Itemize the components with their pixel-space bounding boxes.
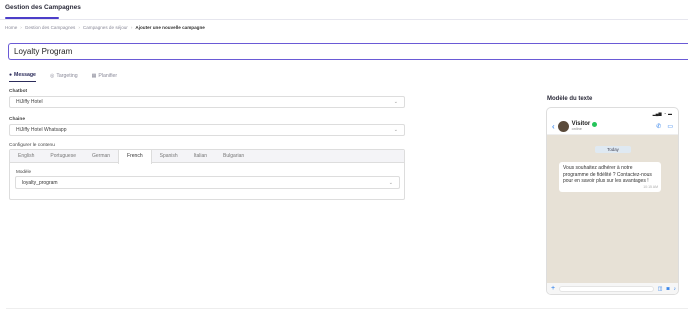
- verified-icon: [592, 121, 598, 127]
- chaine-label: Chaine: [9, 117, 25, 122]
- tab-bar: ● Message ◎ Targeting ▦ Planifier: [9, 72, 117, 82]
- message-bubble: Vous souhaitez adhérer à notre programme…: [559, 162, 661, 192]
- status-bar: ▂▄▆ ◔ ▬: [547, 108, 678, 118]
- phone-icon[interactable]: ✆: [656, 123, 661, 130]
- language-tabs: English Portuguese German French Spanish…: [10, 150, 404, 164]
- lang-tab-spanish[interactable]: Spanish: [152, 150, 186, 162]
- preview-title: Modèle du texte: [547, 96, 593, 102]
- chat-body: Today Vous souhaitez adhérer à notre pro…: [547, 135, 678, 286]
- message-text: Vous souhaitez adhérer à notre programme…: [563, 165, 652, 184]
- wifi-icon: ◔: [663, 110, 666, 116]
- tab-targeting[interactable]: ◎ Targeting: [50, 72, 78, 82]
- signal-icon: ▂▄▆: [652, 110, 662, 116]
- page-title: Gestion des Campagnes: [5, 4, 81, 11]
- chat-header: ‹ Visitor online ✆ ▭: [547, 118, 678, 135]
- breadcrumb-stay-campaigns[interactable]: Campagnes de séjour: [83, 25, 128, 30]
- back-arrow-icon[interactable]: ‹: [552, 122, 555, 131]
- breadcrumb: Home › Gestion des Campagnes › Campagnes…: [5, 25, 205, 30]
- chevron-down-icon: ⌄: [393, 99, 398, 105]
- modele-label: Modèle: [16, 169, 32, 174]
- phone-preview: ▂▄▆ ◔ ▬ ‹ Visitor online ✆ ▭ Today Vous …: [546, 107, 679, 295]
- title-underline: [5, 17, 59, 19]
- tab-planifier[interactable]: ▦ Planifier: [92, 72, 117, 82]
- contact-status: online: [571, 127, 582, 131]
- campaign-name-input[interactable]: [8, 43, 688, 60]
- content-config-panel: English Portuguese German French Spanish…: [9, 149, 405, 200]
- lang-tab-italian[interactable]: Italian: [186, 150, 215, 162]
- breadcrumb-current: Ajouter une nouvelle campagne: [135, 25, 205, 30]
- chevron-down-icon: ⌄: [393, 127, 398, 133]
- chaine-select[interactable]: HiJiffy Hotel Whatsapp ⌄: [9, 124, 405, 136]
- chatbot-select[interactable]: HiJiffy Hotel ⌄: [9, 96, 405, 108]
- top-bar: Gestion des Campagnes: [0, 0, 688, 20]
- message-time: 10:15 AM: [643, 184, 658, 189]
- target-icon: ◎: [49, 72, 55, 79]
- sticker-icon[interactable]: ◫: [658, 286, 663, 292]
- battery-icon: ▬: [668, 110, 672, 116]
- divider: [6, 308, 688, 309]
- lang-tab-portuguese[interactable]: Portuguese: [42, 150, 84, 162]
- tab-message[interactable]: ● Message: [9, 72, 36, 82]
- plus-icon[interactable]: +: [551, 285, 555, 292]
- chatbot-label: Chatbot: [9, 89, 28, 94]
- date-chip: Today: [595, 146, 631, 153]
- breadcrumb-home[interactable]: Home: [5, 25, 17, 30]
- avatar: [557, 120, 569, 132]
- configure-content-label: Configurer le contenu: [9, 143, 55, 148]
- lang-tab-bulgarian[interactable]: Bulgarian: [215, 150, 252, 162]
- chevron-down-icon: ⌄: [388, 179, 393, 186]
- modele-select[interactable]: loyalty_program ⌄: [15, 176, 400, 189]
- chat-icon: ●: [9, 72, 13, 78]
- lang-tab-english[interactable]: English: [10, 150, 42, 162]
- chat-input-bar: + ◫ ◙ ♪: [547, 283, 678, 294]
- camera-icon[interactable]: ◙: [666, 286, 669, 292]
- lang-tab-french[interactable]: French: [118, 150, 152, 164]
- lang-tab-german[interactable]: German: [84, 150, 118, 162]
- calendar-icon: ▦: [91, 72, 97, 79]
- chat-input[interactable]: [559, 285, 654, 292]
- breadcrumb-campaigns[interactable]: Gestion des Campagnes: [25, 25, 76, 30]
- video-icon[interactable]: ▭: [667, 123, 673, 130]
- mic-icon[interactable]: ♪: [674, 286, 677, 292]
